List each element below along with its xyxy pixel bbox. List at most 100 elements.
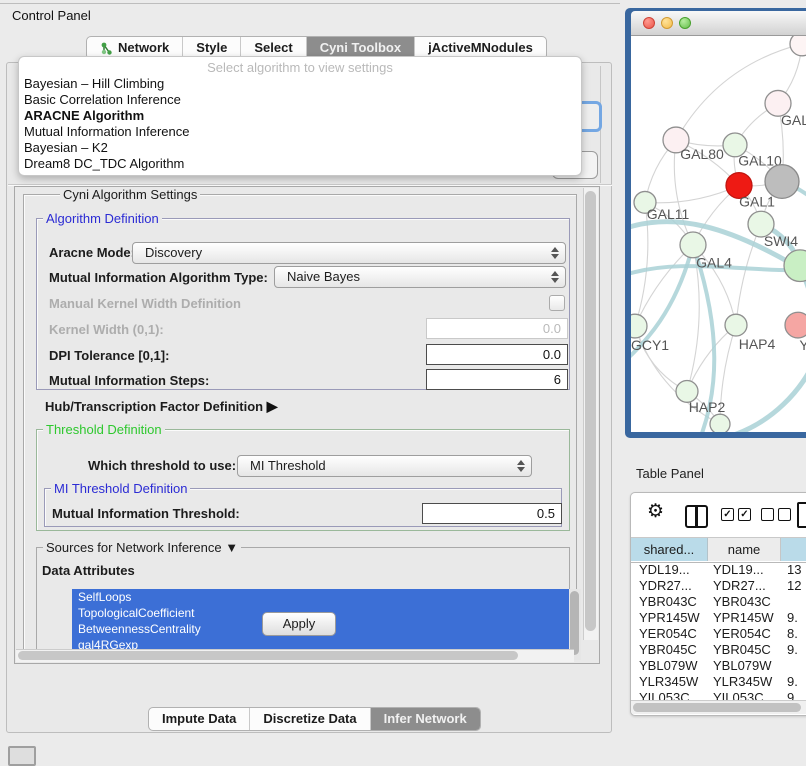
which-threshold-label: Which threshold to use: — [88, 458, 236, 473]
gear-icon[interactable]: ⚙ — [647, 501, 664, 523]
hub-definition-label: Hub/Transcription Factor Definition — [45, 399, 263, 414]
manual-kernel-width-checkbox[interactable] — [549, 295, 565, 311]
aracne-mode-combo[interactable]: Discovery — [132, 242, 566, 264]
node-label: HAP2 — [689, 399, 726, 415]
table-cell: 13 — [787, 562, 806, 578]
threshold-definition-title: Threshold Definition — [43, 422, 165, 437]
network-node[interactable] — [784, 250, 806, 282]
network-graph[interactable]: GALGAL80GAL10GAL1GAL11SWI4GAL4GCY1HAP4YH… — [631, 36, 806, 432]
table-row[interactable]: YDR27...YDR27...12 — [631, 578, 806, 594]
node-label: GAL11 — [647, 206, 690, 222]
table-cell: YDR27... — [713, 578, 777, 594]
network-canvas[interactable]: GALGAL80GAL10GAL1GAL11SWI4GAL4GCY1HAP4YH… — [631, 36, 806, 432]
aracne-mode-label: Aracne Mode: — [49, 245, 135, 260]
sources-expander[interactable]: Sources for Network Inference ▼ — [43, 540, 241, 555]
collapsed-panel-button[interactable] — [8, 746, 36, 766]
which-threshold-combo[interactable]: MI Threshold — [237, 455, 532, 477]
network-node-hap4[interactable] — [725, 314, 747, 336]
mi-algorithm-type-label: Mutual Information Algorithm Type: — [49, 270, 268, 285]
table-cell: YPR145W — [639, 610, 705, 626]
expand-down-icon: ▼ — [225, 540, 238, 555]
algorithm-popup-placeholder: Select algorithm to view settings — [19, 57, 581, 76]
mi-threshold-field[interactable]: 0.5 — [422, 503, 562, 524]
algorithm-option-bayesian-k2[interactable]: Bayesian – K2 — [19, 140, 581, 156]
mi-steps-label: Mutual Information Steps: — [49, 373, 209, 388]
mi-steps-field[interactable]: 6 — [426, 369, 568, 390]
tab-discretize-data[interactable]: Discretize Data — [249, 708, 369, 730]
table-header: shared... name — [631, 537, 806, 563]
table-row[interactable]: YER054C YER054C 8. — [631, 626, 806, 642]
table-cell: YBR045C — [713, 642, 777, 658]
node-label: Y — [799, 337, 806, 353]
mi-algorithm-type-combo[interactable]: Naive Bayes — [274, 266, 566, 288]
table-cell: YDL19... — [713, 562, 777, 578]
algorithm-option-basic-correlation-inference[interactable]: Basic Correlation Inference — [19, 92, 581, 108]
network-node-y[interactable] — [785, 312, 806, 338]
table-row[interactable]: YBL079WYBL079W — [631, 658, 806, 674]
algorithm-option-dream8-dc-tdc-algorithm[interactable]: Dream8 DC_TDC Algorithm — [19, 156, 581, 172]
table-row[interactable]: YLR345WYLR345W9. — [631, 674, 806, 690]
table-cell: 9. — [787, 642, 806, 658]
control-panel-titlebar — [0, 3, 620, 32]
checked-checkbox-icon[interactable]: ✓ — [738, 508, 751, 521]
table-cell: YER054C — [713, 626, 777, 642]
columns-icon[interactable] — [685, 505, 708, 528]
document-icon[interactable] — [797, 502, 806, 528]
checked-checkbox-icon[interactable]: ✓ — [721, 508, 734, 521]
settings-horizontal-scrollbar[interactable] — [16, 649, 574, 662]
table-cell: YDL19... — [639, 562, 705, 578]
algorithm-dropdown-popup: Select algorithm to view settings Bayesi… — [18, 56, 582, 176]
unchecked-checkbox-icon[interactable] — [761, 508, 774, 521]
table-panel-window: ⚙ ✓ ✓ shared... name YDL19...YDL19...13Y… — [630, 492, 806, 716]
table-row[interactable]: YBR043CYBR043C — [631, 594, 806, 610]
table-cell: YBL079W — [713, 658, 777, 674]
mi-algorithm-type-value: Naive Bayes — [275, 267, 565, 287]
tab-infer-network[interactable]: Infer Network — [370, 708, 480, 730]
tab-impute-data[interactable]: Impute Data — [149, 708, 249, 730]
table-horizontal-scrollbar[interactable] — [631, 700, 806, 714]
network-window-titlebar[interactable] — [631, 11, 806, 36]
dpi-tolerance-field[interactable]: 0.0 — [426, 344, 568, 365]
node-label: GAL — [781, 112, 806, 128]
mi-threshold-label: Mutual Information Threshold: — [52, 506, 240, 521]
sources-title: Sources for Network Inference — [46, 540, 222, 555]
node-label: HAP4 — [739, 336, 776, 352]
table-row[interactable]: YDL19... YDL19... 13 — [631, 562, 806, 578]
zoom-traffic-light-icon[interactable] — [679, 17, 691, 29]
dpi-tolerance-label: DPI Tolerance [0,1]: — [49, 348, 169, 363]
table-panel-title: Table Panel — [636, 466, 704, 481]
expand-right-icon: ▶ — [267, 398, 278, 415]
table-cell: YER054C — [639, 626, 705, 642]
attribute-item-selfloops[interactable]: SelfLoops — [72, 589, 569, 605]
table-cell: 9. — [787, 610, 806, 626]
kernel-width-label: Kernel Width (0,1): — [49, 322, 164, 337]
kernel-width-field[interactable]: 0.0 — [426, 318, 568, 339]
apply-button[interactable]: Apply — [262, 612, 336, 636]
network-node[interactable] — [710, 414, 730, 432]
manual-kernel-width-label: Manual Kernel Width Definition — [49, 296, 241, 311]
network-node[interactable] — [765, 165, 799, 199]
algorithm-option-mutual-information-inference[interactable]: Mutual Information Inference — [19, 124, 581, 140]
minimize-traffic-light-icon[interactable] — [661, 17, 673, 29]
network-node[interactable] — [790, 36, 806, 56]
algorithm-option-bayesian-hill-climbing[interactable]: Bayesian – Hill Climbing — [19, 76, 581, 92]
network-node-gcy1[interactable] — [631, 314, 647, 338]
column-header-shared[interactable]: shared... — [631, 538, 708, 561]
close-traffic-light-icon[interactable] — [643, 17, 655, 29]
node-label: GAL1 — [739, 193, 775, 209]
column-header-partial[interactable] — [781, 538, 806, 561]
hub-definition-expander[interactable]: Hub/Transcription Factor Definition ▶ — [45, 398, 278, 415]
table-row[interactable]: YBR045CYBR045C9. — [631, 642, 806, 658]
settings-vertical-scrollbar[interactable] — [583, 188, 598, 640]
unchecked-checkbox-icon[interactable] — [778, 508, 791, 521]
table-row[interactable]: YPR145WYPR145W9. — [631, 610, 806, 626]
table-cell: YDR27... — [639, 578, 705, 594]
algorithm-option-aracne-algorithm[interactable]: ARACNE Algorithm — [19, 108, 581, 124]
network-icon — [100, 42, 113, 55]
tab-label: Impute Data — [162, 708, 236, 730]
table-cell: YLR345W — [639, 674, 705, 690]
column-header-name[interactable]: name — [708, 538, 781, 561]
aracne-mode-value: Discovery — [133, 243, 565, 263]
network-edge — [645, 185, 739, 202]
table-cell: 8. — [787, 626, 806, 642]
